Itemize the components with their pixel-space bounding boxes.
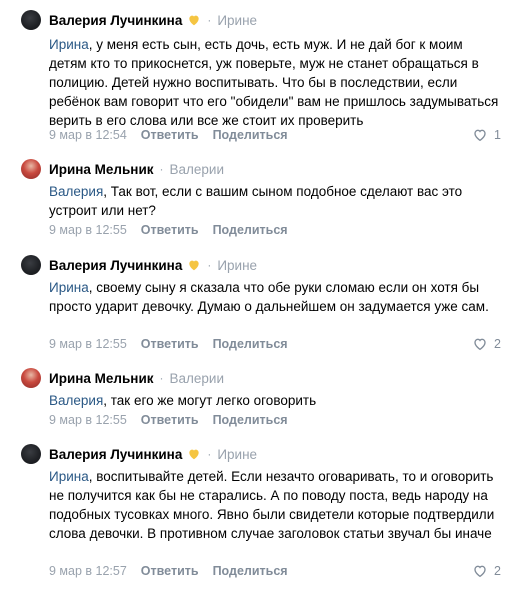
comment-text: Валерия, Так вот, если с вашим сыном под… <box>49 182 499 220</box>
heart-icon <box>189 260 199 271</box>
mention-link[interactable]: Валерия <box>49 184 103 199</box>
like-count: 2 <box>494 337 501 351</box>
reply-button[interactable]: Ответить <box>141 564 199 578</box>
comment-header: Валерия Лучинкина · Ирине <box>49 255 257 275</box>
comment-header: Валерия Лучинкина · Ирине <box>49 10 257 30</box>
comment-date[interactable]: 9 мар в 12:55 <box>49 337 127 351</box>
separator-dot: · <box>207 258 212 272</box>
heart-icon <box>189 449 199 460</box>
mention-link[interactable]: Ирина <box>49 280 89 295</box>
avatar[interactable] <box>21 10 41 30</box>
reply-button[interactable]: Ответить <box>141 128 199 142</box>
comment-header: Ирина Мельник · Валерии <box>49 159 224 179</box>
reply-button[interactable]: Ответить <box>141 413 199 427</box>
separator-dot: · <box>159 162 164 176</box>
reply-button[interactable]: Ответить <box>141 337 199 351</box>
comment-text: Ирина, своему сыну я сказала что обе рук… <box>49 278 499 316</box>
avatar[interactable] <box>21 444 41 464</box>
avatar[interactable] <box>21 368 41 388</box>
reply-button[interactable]: Ответить <box>141 223 199 237</box>
comment-body: , воспитывайте детей. Если незачто огова… <box>49 469 495 541</box>
comment-meta: 9 мар в 12:54 Ответить Поделиться <box>49 127 288 143</box>
separator-dot: · <box>159 371 164 385</box>
share-button[interactable]: Поделиться <box>213 223 288 237</box>
comment-meta: 9 мар в 12:55 Ответить Поделиться <box>49 336 288 352</box>
separator-dot: · <box>207 447 212 461</box>
comment-header: Валерия Лучинкина · Ирине <box>49 444 257 464</box>
share-button[interactable]: Поделиться <box>213 413 288 427</box>
author-name[interactable]: Ирина Мельник <box>49 371 154 386</box>
like-button[interactable]: 2 <box>472 563 501 579</box>
share-button[interactable]: Поделиться <box>213 128 288 142</box>
author-name[interactable]: Валерия Лучинкина <box>49 447 182 462</box>
mention-link[interactable]: Ирина <box>49 469 89 484</box>
separator-dot: · <box>207 13 212 27</box>
like-button[interactable]: 1 <box>472 127 501 143</box>
like-button[interactable]: 2 <box>472 336 501 352</box>
heart-outline-icon <box>474 129 486 142</box>
mention-link[interactable]: Ирина <box>49 37 89 52</box>
reply-to-link[interactable]: Валерии <box>170 162 225 177</box>
comment-date[interactable]: 9 мар в 12:57 <box>49 564 127 578</box>
comment-body: , так его же могут легко оговорить <box>103 393 317 408</box>
comment-text: Ирина, у меня есть сын, есть дочь, есть … <box>49 35 499 130</box>
comment-body: , у меня есть сын, есть дочь, есть муж. … <box>49 37 499 128</box>
avatar[interactable] <box>21 255 41 275</box>
mention-link[interactable]: Валерия <box>49 393 103 408</box>
comment-body: , Так вот, если с вашим сыном подобное с… <box>49 184 463 218</box>
comment-meta: 9 мар в 12:57 Ответить Поделиться <box>49 563 288 579</box>
heart-outline-icon <box>474 338 486 351</box>
author-name[interactable]: Валерия Лучинкина <box>49 13 182 28</box>
reply-to-link[interactable]: Ирине <box>217 13 257 28</box>
share-button[interactable]: Поделиться <box>213 564 288 578</box>
comment-text: Ирина, воспитывайте детей. Если незачто … <box>49 467 499 543</box>
comment-body: , своему сыну я сказала что обе руки сло… <box>49 280 489 314</box>
comment-meta: 9 мар в 12:55 Ответить Поделиться <box>49 412 288 428</box>
heart-outline-icon <box>474 565 486 578</box>
comment-date[interactable]: 9 мар в 12:55 <box>49 223 127 237</box>
comment-date[interactable]: 9 мар в 12:54 <box>49 128 127 142</box>
author-name[interactable]: Валерия Лучинкина <box>49 258 182 273</box>
heart-icon <box>189 15 199 26</box>
comment-header: Ирина Мельник · Валерии <box>49 368 224 388</box>
comment-date[interactable]: 9 мар в 12:55 <box>49 413 127 427</box>
reply-to-link[interactable]: Ирине <box>217 258 257 273</box>
author-name[interactable]: Ирина Мельник <box>49 162 154 177</box>
like-count: 1 <box>494 128 501 142</box>
comment-text: Валерия, так его же могут легко оговорит… <box>49 391 499 410</box>
like-count: 2 <box>494 564 501 578</box>
avatar[interactable] <box>21 159 41 179</box>
reply-to-link[interactable]: Валерии <box>170 371 225 386</box>
reply-to-link[interactable]: Ирине <box>217 447 257 462</box>
share-button[interactable]: Поделиться <box>213 337 288 351</box>
comment-meta: 9 мар в 12:55 Ответить Поделиться <box>49 222 288 238</box>
